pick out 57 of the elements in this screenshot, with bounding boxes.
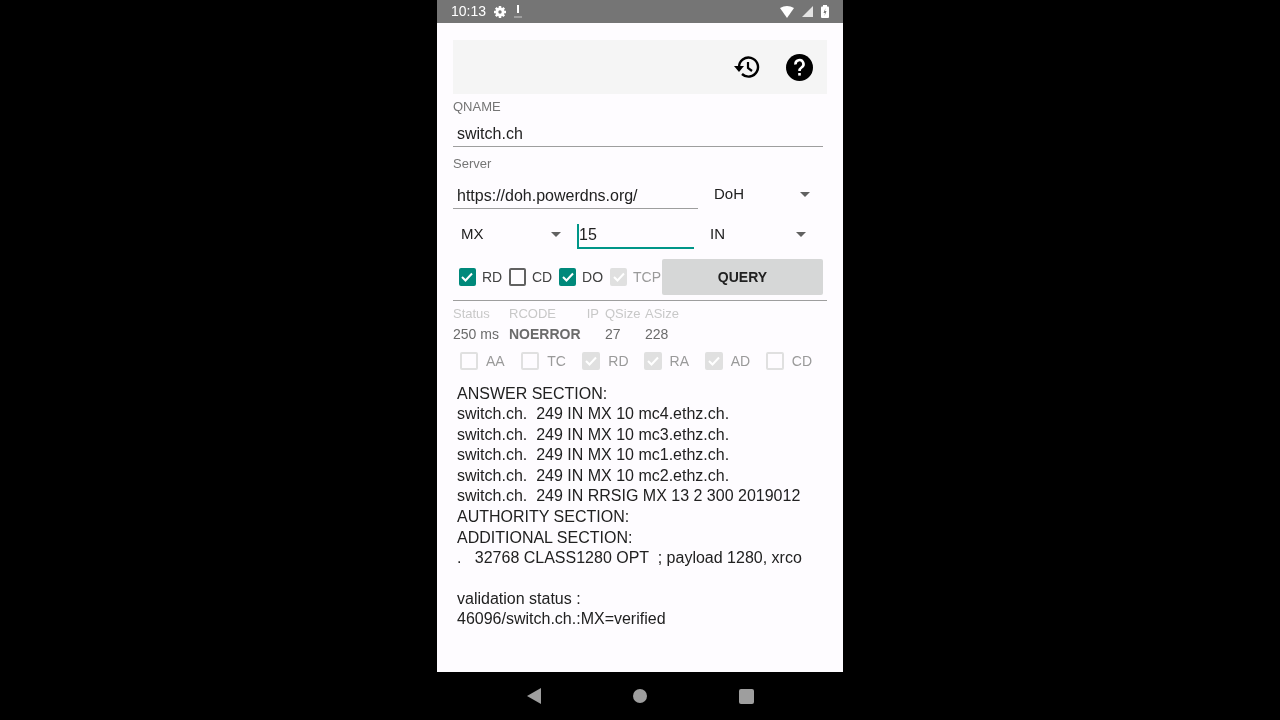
- protocol-dropdown[interactable]: DoH: [710, 179, 814, 209]
- signal-icon: [802, 6, 813, 17]
- column-value: 27: [605, 324, 622, 344]
- column-value: 228: [645, 324, 670, 344]
- checkbox-label: TCP: [632, 267, 661, 287]
- checkbox-label: CD: [532, 267, 553, 287]
- check-icon: [561, 272, 574, 282]
- class-dropdown[interactable]: IN: [706, 219, 810, 249]
- output-line: switch.ch. 249 IN MX 10 mc4.ethz.ch.: [457, 404, 731, 425]
- checkbox-label: AD: [730, 351, 751, 371]
- qname-field[interactable]: switch.ch: [453, 122, 823, 147]
- query-button[interactable]: QUERY: [662, 259, 823, 295]
- checkbox[interactable]: [459, 268, 476, 286]
- caret-icon: [800, 191, 810, 197]
- output-line: switch.ch. 249 IN MX 10 mc2.ethz.ch.: [457, 465, 731, 486]
- output-line: 46096/switch.ch.:MX=verified: [457, 609, 667, 630]
- checkbox[interactable]: [559, 268, 577, 286]
- server-field[interactable]: https://doh.powerdns.org/: [453, 185, 698, 209]
- checkbox-label: RD: [481, 267, 503, 287]
- number-field[interactable]: 15: [577, 224, 694, 249]
- check-icon: [585, 356, 598, 366]
- clock: 10:13: [451, 2, 487, 21]
- output-line: . 32768 CLASS1280 OPT ; payload 1280, xrco: [457, 548, 803, 569]
- checkbox-label: CD: [791, 351, 813, 371]
- field-label: Server: [453, 154, 493, 173]
- output-line: ANSWER SECTION:: [457, 383, 609, 404]
- type-dropdown[interactable]: MX: [453, 219, 565, 249]
- caret-icon: [796, 231, 806, 237]
- output-line: switch.ch. 249 IN MX 10 mc3.ethz.ch.: [457, 424, 731, 445]
- output-line: AUTHORITY SECTION:: [457, 507, 631, 528]
- checkbox-label: AA: [486, 351, 505, 371]
- settings-icon: [494, 5, 507, 18]
- check-icon: [461, 272, 474, 282]
- field-label: QNAME: [453, 98, 502, 116]
- recents-icon[interactable]: [738, 688, 754, 704]
- check-icon: [707, 356, 720, 366]
- history-icon[interactable]: [732, 54, 760, 80]
- check-icon: [646, 356, 659, 366]
- checkbox-label: DO: [582, 267, 604, 287]
- column-value: NOERROR: [509, 324, 582, 344]
- check-icon: [612, 272, 625, 282]
- back-icon[interactable]: [526, 688, 541, 704]
- checkbox[interactable]: [509, 268, 526, 286]
- checkbox-label: TC: [547, 351, 566, 371]
- checkbox-label: RD: [608, 351, 629, 371]
- column-value: 250 ms: [453, 324, 500, 344]
- battery-icon: [821, 5, 829, 18]
- download-icon: [514, 5, 523, 18]
- checkbox-label: RA: [669, 351, 689, 371]
- help-icon[interactable]: [786, 53, 813, 81]
- output-line: switch.ch. 249 IN RRSIG MX 13 2 300 2019012: [457, 486, 802, 507]
- wifi-icon: [780, 5, 794, 18]
- output-line: ADDITIONAL SECTION:: [457, 527, 634, 548]
- output-line: validation status :: [457, 588, 582, 609]
- home-icon[interactable]: [632, 689, 647, 703]
- caret-icon: [551, 231, 561, 237]
- output-line: switch.ch. 249 IN MX 10 mc1.ethz.ch.: [457, 445, 731, 466]
